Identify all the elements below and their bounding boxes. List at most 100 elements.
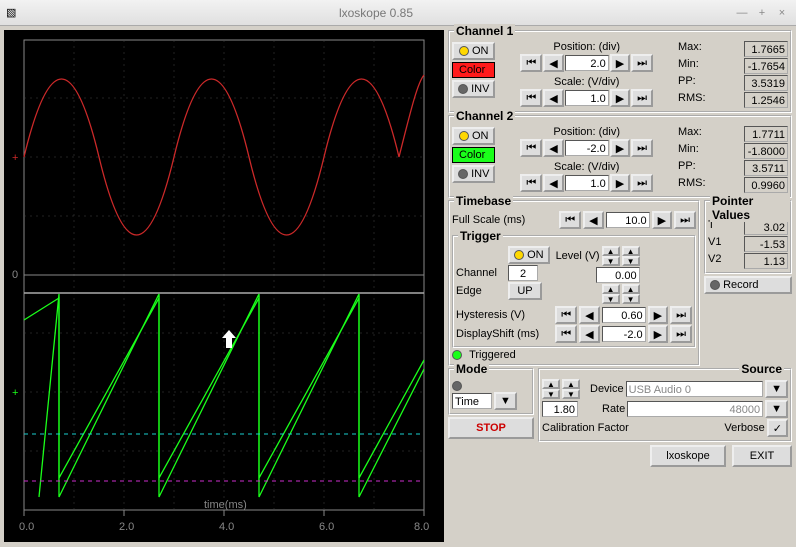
ch2-scale-fastright[interactable]: ⏭	[631, 174, 653, 192]
ch1-scale-right[interactable]: ▶	[610, 89, 630, 107]
stop-button[interactable]: STOP	[448, 417, 534, 439]
rate-dropdown-icon[interactable]: ▼	[765, 400, 788, 418]
dshift-label: DisplayShift (ms)	[456, 328, 553, 340]
device-value[interactable]: USB Audio 0	[626, 381, 763, 397]
maximize-button[interactable]: +	[754, 5, 770, 21]
ch2-on-button[interactable]: ON	[452, 127, 495, 145]
inv-led-icon	[458, 169, 468, 179]
hyst-fastright[interactable]: ⏭	[670, 306, 692, 324]
exit-button[interactable]: EXIT	[732, 445, 792, 467]
ch1-pp-l: PP:	[678, 75, 696, 91]
fullscale-value[interactable]: 10.0	[606, 212, 650, 228]
on-led-icon	[514, 250, 524, 260]
hyst-right[interactable]: ▶	[648, 306, 668, 324]
trig-edge-l: Edge	[456, 285, 506, 297]
ch1-color-button[interactable]: Color	[452, 62, 495, 78]
ds-fastleft[interactable]: ⏮	[555, 325, 577, 343]
trigger-title: Trigger	[458, 229, 503, 243]
ch1-pos-fastleft[interactable]: ⏮	[520, 54, 542, 72]
level-dn3[interactable]: ▼	[602, 294, 620, 304]
svg-text:4.0: 4.0	[219, 521, 234, 533]
mode-dropdown-icon[interactable]: ▼	[494, 392, 517, 410]
level-dn1[interactable]: ▼	[602, 256, 620, 266]
triggered-led-icon	[452, 350, 462, 360]
close-button[interactable]: ×	[774, 5, 790, 21]
pointer-title: Pointer Values	[710, 194, 790, 222]
level-up1[interactable]: ▲	[602, 246, 620, 256]
cal-up1[interactable]: ▲	[542, 379, 560, 389]
ch1-pos-left[interactable]: ◀	[543, 54, 563, 72]
window-title: lxoskope 0.85	[22, 6, 730, 20]
mode-select[interactable]: Time	[452, 393, 492, 409]
level-dn2[interactable]: ▼	[622, 256, 640, 266]
about-button[interactable]: lxoskope	[650, 445, 726, 467]
level-up2[interactable]: ▲	[622, 246, 640, 256]
ch2-pos-value[interactable]: -2.0	[565, 140, 609, 156]
hyst-value[interactable]: 0.60	[602, 307, 646, 323]
ch1-inv-button[interactable]: INV	[452, 80, 495, 98]
ch2-pos-fastright[interactable]: ⏭	[631, 139, 653, 157]
fs-right[interactable]: ▶	[652, 211, 672, 229]
trigger-on-button[interactable]: ON	[508, 246, 550, 264]
ptr-v1-l: V1	[708, 236, 721, 252]
ch2-pos-right[interactable]: ▶	[610, 139, 630, 157]
ch2-scale-fastleft[interactable]: ⏮	[520, 174, 542, 192]
rate-label: Rate	[602, 403, 625, 415]
level-up4[interactable]: ▲	[622, 284, 640, 294]
svg-text:0.0: 0.0	[19, 521, 34, 533]
ch2-min-l: Min:	[678, 143, 699, 159]
ch2-scale-left[interactable]: ◀	[543, 174, 563, 192]
cal-value[interactable]: 1.80	[542, 401, 578, 417]
svg-text:time(ms): time(ms)	[204, 499, 247, 511]
ch1-rms-l: RMS:	[678, 92, 706, 108]
trig-edge-button[interactable]: UP	[508, 282, 542, 300]
level-dn4[interactable]: ▼	[622, 294, 640, 304]
ch2-inv-button[interactable]: INV	[452, 165, 495, 183]
ch1-scale-left[interactable]: ◀	[543, 89, 563, 107]
fs-fastright[interactable]: ⏭	[674, 211, 696, 229]
trig-level-value[interactable]: 0.00	[596, 267, 640, 283]
timebase-title: Timebase	[454, 194, 513, 208]
level-up3[interactable]: ▲	[602, 284, 620, 294]
ch2-scale-label: Scale: (V/div)	[554, 161, 619, 173]
trig-ch-value[interactable]: 2	[508, 265, 538, 281]
ch2-pos-left[interactable]: ◀	[543, 139, 563, 157]
ch1-pos-right[interactable]: ▶	[610, 54, 630, 72]
ptr-v1: -1.53	[744, 236, 788, 252]
ch1-scale-fastright[interactable]: ⏭	[631, 89, 653, 107]
device-dropdown-icon[interactable]: ▼	[765, 380, 788, 398]
mode-led-icon	[452, 381, 462, 391]
cal-dn1[interactable]: ▼	[542, 389, 560, 399]
hyst-left[interactable]: ◀	[579, 306, 599, 324]
ch2-color-button[interactable]: Color	[452, 147, 495, 163]
ch1-scale-label: Scale: (V/div)	[554, 76, 619, 88]
oscilloscope-plot[interactable]: 0 + + time(ms) 0.02.04.06.08.0	[4, 30, 444, 542]
ds-fastright[interactable]: ⏭	[670, 325, 692, 343]
ch1-pos-value[interactable]: 2.0	[565, 55, 609, 71]
dshift-value[interactable]: -2.0	[602, 326, 646, 342]
ds-left[interactable]: ◀	[579, 325, 599, 343]
fs-fastleft[interactable]: ⏮	[559, 211, 581, 229]
svg-text:+: +	[12, 152, 18, 164]
hyst-fastleft[interactable]: ⏮	[555, 306, 577, 324]
svg-text:2.0: 2.0	[119, 521, 134, 533]
ch1-pos-fastright[interactable]: ⏭	[631, 54, 653, 72]
channel2-title: Channel 2	[454, 109, 515, 123]
ch1-scale-fastleft[interactable]: ⏮	[520, 89, 542, 107]
ch2-pp-l: PP:	[678, 160, 696, 176]
rate-value[interactable]: 48000	[627, 401, 763, 417]
ch2-scale-value[interactable]: 1.0	[565, 175, 609, 191]
verbose-checkbox[interactable]: ✓	[767, 419, 788, 437]
record-button[interactable]: Record	[704, 276, 792, 294]
ch2-pp: 3.5711	[744, 160, 788, 176]
fs-left[interactable]: ◀	[583, 211, 603, 229]
minimize-button[interactable]: —	[734, 5, 750, 21]
ds-right[interactable]: ▶	[648, 325, 668, 343]
ch1-on-button[interactable]: ON	[452, 42, 495, 60]
cal-dn2[interactable]: ▼	[562, 389, 580, 399]
ch2-scale-right[interactable]: ▶	[610, 174, 630, 192]
ch2-pos-fastleft[interactable]: ⏮	[520, 139, 542, 157]
on-led-icon	[459, 46, 469, 56]
ch1-scale-value[interactable]: 1.0	[565, 90, 609, 106]
cal-up2[interactable]: ▲	[562, 379, 580, 389]
